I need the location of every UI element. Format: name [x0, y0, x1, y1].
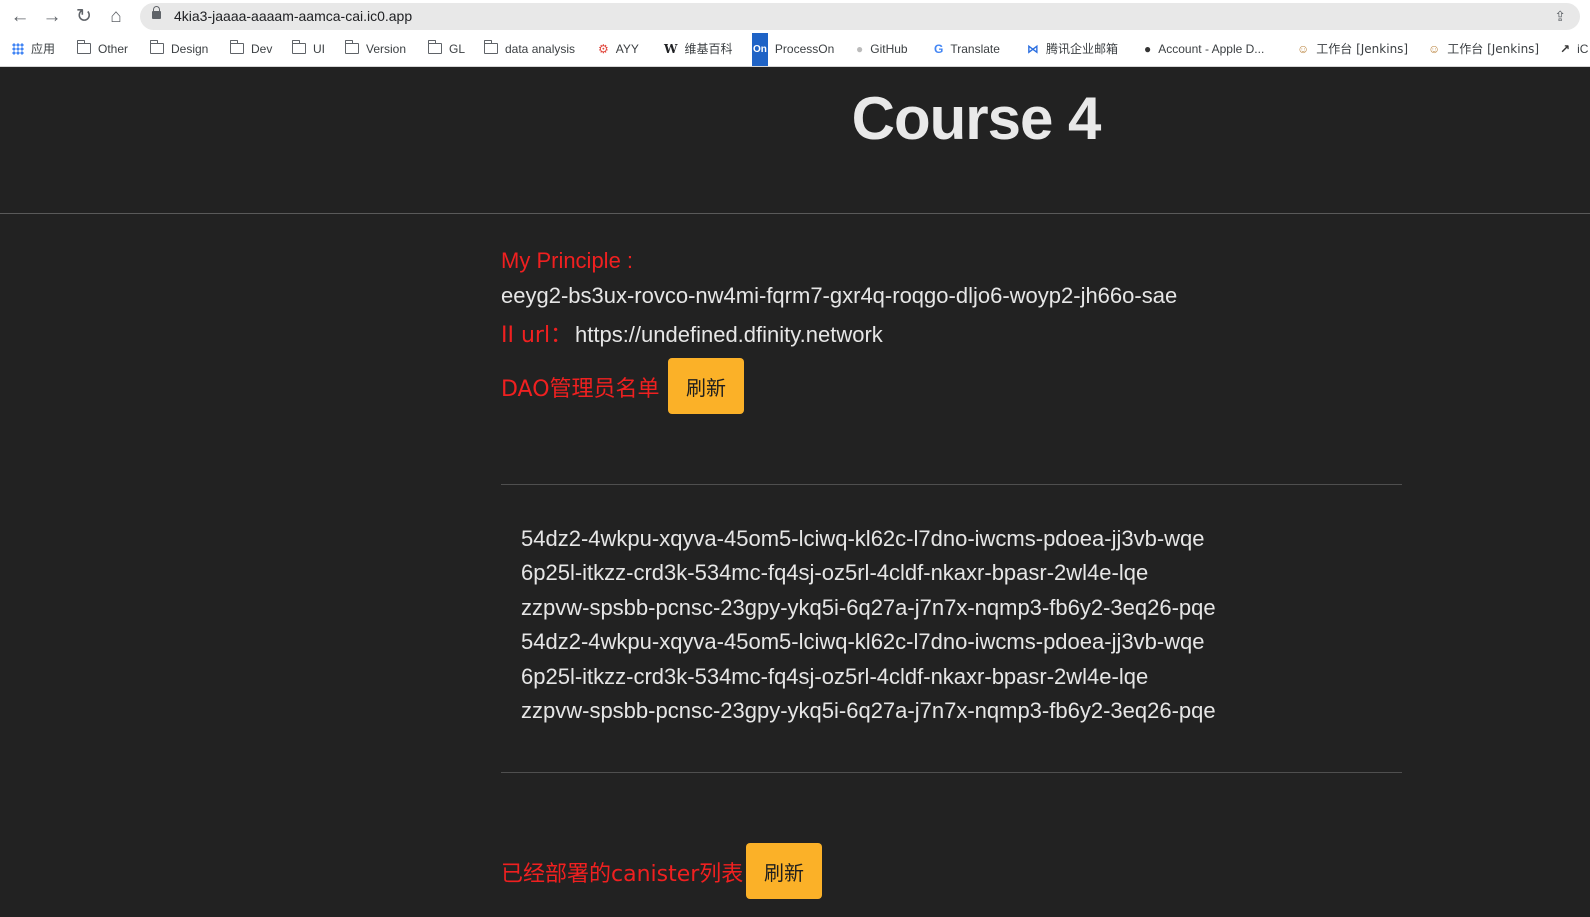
- list-item: 54dz2-4wkpu-xqyva-45om5-lciwq-kl62c-l7dn…: [521, 629, 1205, 655]
- folder-icon: [483, 40, 498, 55]
- ii-url-row: II url： https://undefined.dfinity.network: [501, 317, 883, 349]
- ayy-logo-icon: ⚙: [598, 42, 609, 57]
- tencent-mail-icon: ⋈: [1027, 42, 1039, 57]
- bookmark-ic[interactable]: ↗ iC: [1560, 33, 1588, 66]
- address-bar[interactable]: 4kia3-jaaaa-aaaam-aamca-cai.ic0.app ⇪: [140, 3, 1580, 30]
- jenkins-icon: ☺: [1297, 42, 1310, 57]
- bookmark-label: Other: [98, 42, 129, 56]
- bookmark-data-analysis[interactable]: data analysis: [483, 33, 576, 66]
- dao-admins-label: DAO管理员名单: [501, 377, 660, 402]
- refresh-admins-button[interactable]: 刷新: [668, 358, 744, 414]
- admin-list: 54dz2-4wkpu-xqyva-45om5-lciwq-kl62c-l7dn…: [521, 522, 1216, 728]
- folder-icon: [229, 40, 244, 55]
- jenkins-icon: ☺: [1428, 42, 1441, 57]
- github-icon: ●: [856, 42, 864, 57]
- bookmark-translate[interactable]: G Translate: [934, 33, 1000, 66]
- bookmark-jenkins-2[interactable]: ☺ 工作台 [Jenkins]: [1428, 33, 1539, 66]
- principle-label: My Principle :: [501, 248, 634, 273]
- bookmark-other[interactable]: Other: [76, 33, 129, 66]
- reload-icon[interactable]: ↻: [72, 5, 96, 29]
- divider: [501, 772, 1402, 773]
- lock-icon: [152, 6, 161, 19]
- url-text[interactable]: 4kia3-jaaaa-aaaam-aamca-cai.ic0.app: [174, 8, 412, 24]
- principle-value: eeyg2-bs3ux-rovco-nw4mi-fqrm7-gxr4q-roqg…: [501, 283, 1178, 308]
- folder-icon: [149, 40, 164, 55]
- bookmark-apple-account[interactable]: ● Account - Apple D...: [1144, 33, 1264, 66]
- bookmark-label: 应用: [31, 42, 56, 56]
- list-item: zzpvw-spsbb-pcnsc-23gpy-ykq5i-6q27a-j7n7…: [521, 697, 1216, 723]
- bookmark-label: Account - Apple D...: [1158, 42, 1265, 56]
- list-item: 6p25l-itkzz-crd3k-534mc-fq4sj-oz5rl-4cld…: [521, 560, 1149, 586]
- folder-icon: [76, 40, 91, 55]
- link-icon: ↗: [1560, 42, 1571, 57]
- page-title: Course 4: [851, 85, 1102, 152]
- bookmark-tencent-mail[interactable]: ⋈ 腾讯企业邮箱: [1027, 33, 1118, 66]
- refresh-canisters-button[interactable]: 刷新: [746, 843, 822, 899]
- folder-icon: [291, 40, 306, 55]
- apple-icon: ●: [1144, 42, 1152, 57]
- folder-icon: [344, 40, 359, 55]
- wikipedia-icon: W: [664, 42, 678, 57]
- bookmark-jenkins-1[interactable]: ☺ 工作台 [Jenkins]: [1297, 33, 1408, 66]
- bookmark-version[interactable]: Version: [344, 33, 407, 66]
- share-icon[interactable]: ⇪: [1554, 8, 1566, 25]
- bookmark-design[interactable]: Design: [149, 33, 209, 66]
- bookmark-label: UI: [313, 42, 325, 56]
- bookmark-label: Dev: [251, 42, 273, 56]
- bookmark-ui[interactable]: UI: [291, 33, 325, 66]
- bookmark-processon[interactable]: On ProcessOn: [752, 33, 835, 67]
- browser-toolbar: ← → ↻ ⌂ 4kia3-jaaaa-aaaam-aamca-cai.ic0.…: [0, 0, 1590, 33]
- bookmark-ayy[interactable]: ⚙ AYY: [598, 33, 639, 66]
- bookmark-label: iC: [1577, 42, 1589, 56]
- bookmark-label: ProcessOn: [774, 42, 835, 56]
- bookmark-label: 工作台 [Jenkins]: [1447, 42, 1540, 56]
- apps-grid-icon: [12, 42, 24, 55]
- bookmark-label: 维基百科: [684, 42, 733, 56]
- forward-arrow-icon[interactable]: →: [40, 5, 64, 29]
- bookmark-gl[interactable]: GL: [427, 33, 466, 66]
- home-icon[interactable]: ⌂: [104, 5, 128, 29]
- bookmark-label: Translate: [950, 42, 1000, 56]
- list-item: 54dz2-4wkpu-xqyva-45om5-lciwq-kl62c-l7dn…: [521, 526, 1205, 551]
- bookmark-label: AYY: [615, 42, 639, 56]
- bookmark-apps[interactable]: 应用: [12, 33, 55, 66]
- bookmark-label: GitHub: [870, 42, 908, 56]
- bookmark-label: Version: [366, 42, 407, 56]
- bookmark-label: 工作台 [Jenkins]: [1316, 42, 1409, 56]
- bookmark-label: GL: [449, 42, 466, 56]
- ii-url-value: https://undefined.dfinity.network: [575, 322, 883, 347]
- list-item: zzpvw-spsbb-pcnsc-23gpy-ykq5i-6q27a-j7n7…: [521, 594, 1216, 620]
- bookmark-github[interactable]: ● GitHub: [856, 33, 908, 66]
- translate-icon: G: [934, 42, 944, 57]
- bookmark-label: 腾讯企业邮箱: [1046, 42, 1119, 56]
- canister-list-label: 已经部署的canister列表: [501, 862, 744, 887]
- bookmark-wikipedia[interactable]: W 维基百科: [664, 33, 733, 66]
- folder-icon: [427, 40, 442, 55]
- divider: [501, 484, 1402, 485]
- bookmarks-bar: 应用 Other Design Dev UI Version GL data a…: [0, 33, 1590, 67]
- back-arrow-icon[interactable]: ←: [8, 5, 32, 29]
- list-item: 6p25l-itkzz-crd3k-534mc-fq4sj-oz5rl-4cld…: [521, 663, 1149, 689]
- ii-url-label: II url：: [501, 323, 573, 348]
- header-divider: [0, 213, 1590, 214]
- processon-icon: On: [752, 33, 768, 67]
- bookmark-label: data analysis: [505, 42, 576, 56]
- bookmark-label: Design: [171, 42, 209, 56]
- bookmark-dev[interactable]: Dev: [229, 33, 273, 66]
